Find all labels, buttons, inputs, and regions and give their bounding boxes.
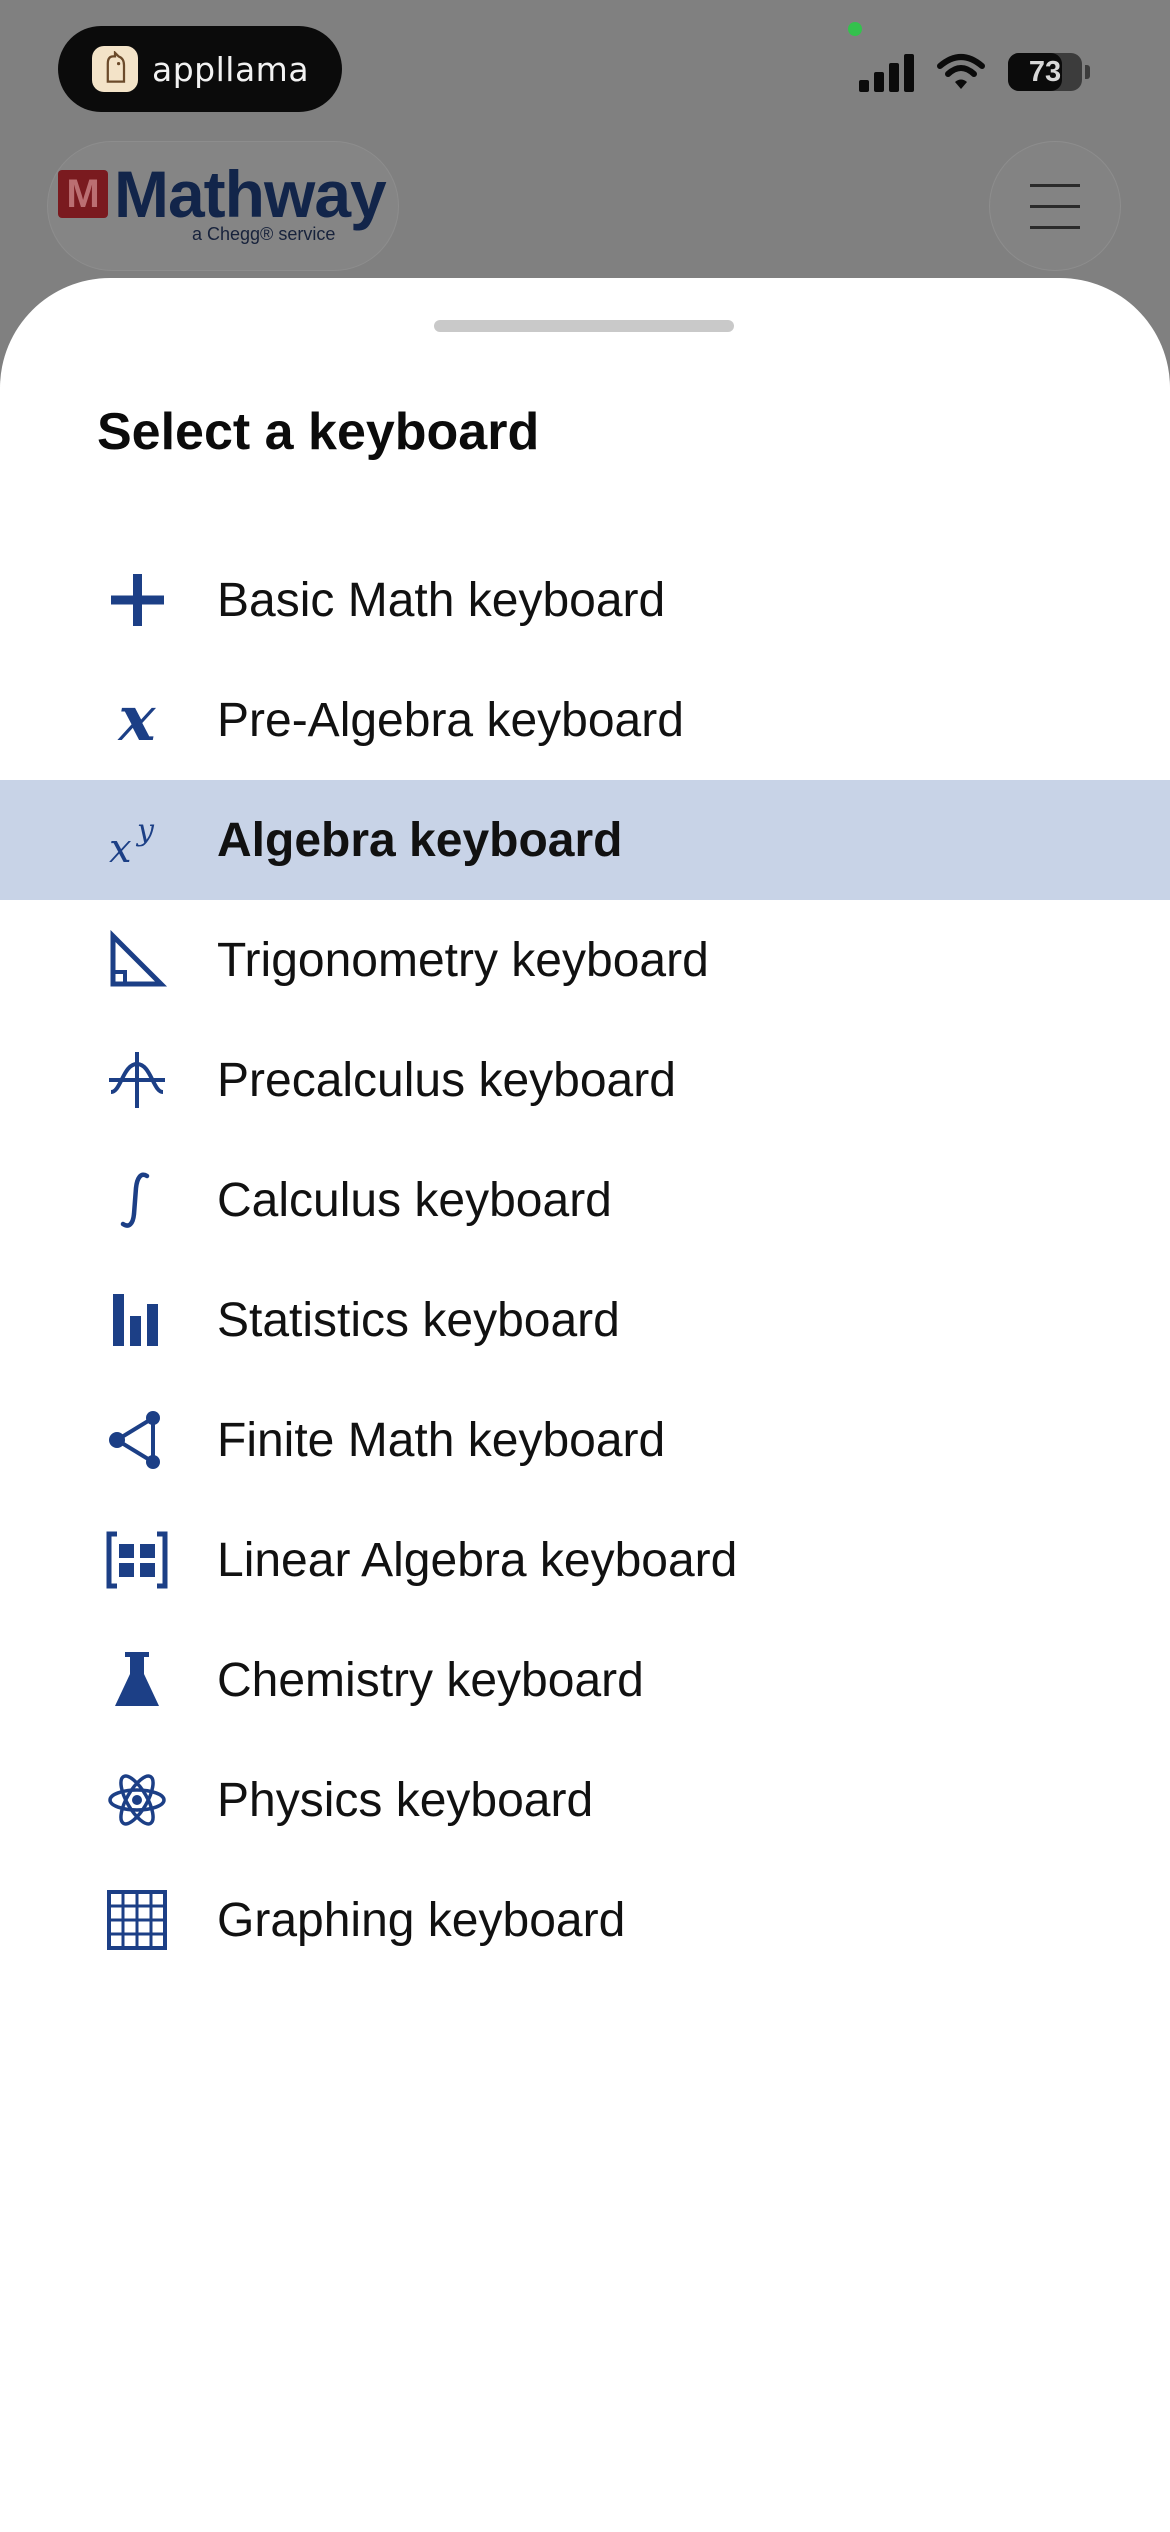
camera-indicator-icon [848,22,862,36]
integral-icon [103,1170,171,1230]
battery-tip [1085,65,1090,79]
keyboard-list: Basic Math keyboard x Pre-Algebra keyboa… [0,540,1170,1980]
keyboard-item-basic-math[interactable]: Basic Math keyboard [0,540,1170,660]
matrix-icon [103,1530,171,1590]
mathway-wordmark: Mathway [114,157,387,231]
mathway-logo[interactable]: M Mathway a Chegg® service [48,142,398,270]
keyboard-item-label: Chemistry keyboard [217,1653,644,1707]
llama-icon [92,46,138,92]
keyboard-item-linear-algebra[interactable]: Linear Algebra keyboard [0,1500,1170,1620]
grid-icon [103,1890,171,1950]
keyboard-item-label: Statistics keyboard [217,1293,620,1347]
plus-icon [103,570,171,630]
svg-text:y: y [135,813,155,848]
keyboard-item-statistics[interactable]: Statistics keyboard [0,1260,1170,1380]
keyboard-item-chemistry[interactable]: Chemistry keyboard [0,1620,1170,1740]
keyboard-item-trigonometry[interactable]: Trigonometry keyboard [0,900,1170,1020]
keyboard-item-finite-math[interactable]: Finite Math keyboard [0,1380,1170,1500]
bar-chart-icon [103,1290,171,1350]
keyboard-item-label: Trigonometry keyboard [217,933,709,987]
keyboard-item-label: Finite Math keyboard [217,1413,666,1467]
appllama-badge[interactable]: appllama [58,26,342,112]
cellular-signal-icon [859,52,914,92]
keyboard-item-label: Precalculus keyboard [217,1053,676,1107]
svg-text:x: x [109,826,132,870]
chegg-service-label: a Chegg® service [192,224,336,244]
keyboard-select-sheet: Select a keyboard Basic Math keyboard x … [0,278,1170,2532]
keyboard-item-calculus[interactable]: Calculus keyboard [0,1140,1170,1260]
wifi-icon [937,54,985,89]
keyboard-item-precalculus[interactable]: Precalculus keyboard [0,1020,1170,1140]
keyboard-item-label: Linear Algebra keyboard [217,1533,738,1587]
flask-icon [103,1650,171,1710]
battery-percent: 73 [1028,55,1062,88]
keyboard-item-label: Physics keyboard [217,1773,594,1827]
menu-line-icon [1030,225,1080,229]
hamburger-menu-button[interactable] [990,142,1120,270]
keyboard-item-label: Graphing keyboard [217,1893,626,1947]
keyboard-item-physics[interactable]: Physics keyboard [0,1740,1170,1860]
menu-line-icon [1030,204,1080,208]
keyboard-item-algebra[interactable]: xy Algebra keyboard [0,780,1170,900]
sheet-grabber[interactable] [434,320,734,332]
triangle-ruler-icon [103,930,171,990]
battery-icon: 73 [1008,53,1082,91]
share-nodes-icon [103,1410,171,1470]
sheet-title: Select a keyboard [97,403,540,461]
atom-icon [103,1770,171,1830]
screen: appllama 73 M Mathway a Chegg® service S… [0,0,1170,2532]
keyboard-item-label: Calculus keyboard [217,1173,612,1227]
function-graph-icon [103,1050,171,1110]
variable-x-icon: x [103,690,171,750]
keyboard-item-pre-algebra[interactable]: x Pre-Algebra keyboard [0,660,1170,780]
keyboard-item-label: Pre-Algebra keyboard [217,693,684,747]
app-name: appllama [152,49,310,89]
keyboard-item-label: Basic Math keyboard [217,573,666,627]
mathway-mark-icon: M [58,170,108,218]
svg-text:x: x [117,690,157,750]
status-icons: 73 [859,52,1090,92]
x-power-y-icon: xy [103,810,171,870]
menu-line-icon [1030,183,1080,187]
battery-indicator: 73 [1008,53,1090,91]
keyboard-item-graphing[interactable]: Graphing keyboard [0,1860,1170,1980]
keyboard-item-label: Algebra keyboard [217,813,623,867]
